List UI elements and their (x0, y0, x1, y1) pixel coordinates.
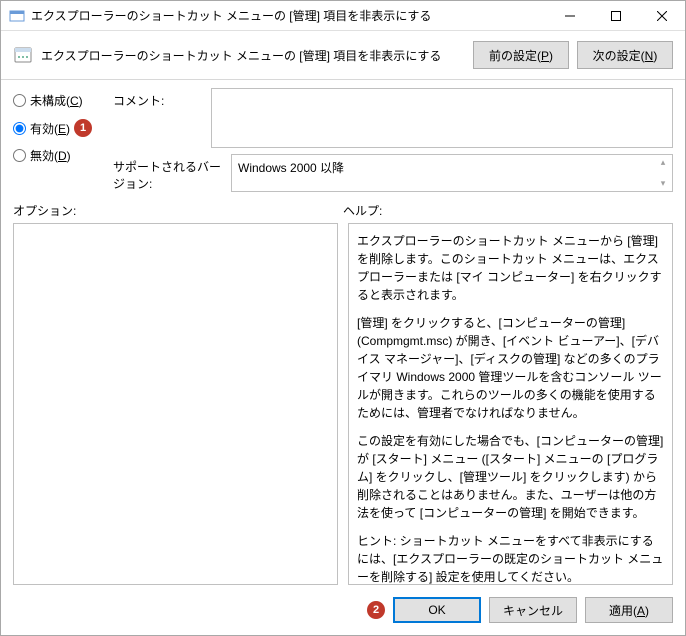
options-label: オプション: (13, 202, 343, 219)
titlebar: エクスプローラーのショートカット メニューの [管理] 項目を非表示にする (1, 1, 685, 31)
comment-row: コメント: (113, 88, 673, 148)
next-setting-button[interactable]: 次の設定(N) (577, 41, 673, 69)
apply-button[interactable]: 適用(A) (585, 597, 673, 623)
help-paragraph: ヒント: ショートカット メニューをすべて非表示にするには、[エクスプローラーの… (357, 532, 664, 585)
state-radio-group: 未構成(C) 有効(E) 1 無効(D) (13, 88, 113, 192)
cancel-button[interactable]: キャンセル (489, 597, 577, 623)
supported-row: サポートされるバージョン: Windows 2000 以降 ▴▾ (113, 154, 673, 192)
policy-title: エクスプローラーのショートカット メニューの [管理] 項目を非表示にする (41, 47, 465, 64)
radio-not-configured[interactable]: 未構成(C) (13, 92, 113, 109)
window-controls (547, 1, 685, 31)
header-row: エクスプローラーのショートカット メニューの [管理] 項目を非表示にする 前の… (1, 31, 685, 80)
supported-versions-box: Windows 2000 以降 ▴▾ (231, 154, 673, 192)
section-labels: オプション: ヘルプ: (1, 192, 685, 223)
scroll-hint-icon: ▴▾ (656, 157, 670, 189)
dialog-footer: 2 OK キャンセル 適用(A) (1, 585, 685, 635)
radio-enabled-input[interactable] (13, 122, 26, 135)
help-label: ヘルプ: (343, 202, 673, 219)
app-icon (9, 8, 25, 24)
close-button[interactable] (639, 1, 685, 31)
help-paragraph: [管理] をクリックすると、[コンピューターの管理] (Compmgmt.msc… (357, 314, 664, 422)
comment-input[interactable] (211, 88, 673, 148)
options-panel (13, 223, 338, 585)
fields-column: コメント: サポートされるバージョン: Windows 2000 以降 ▴▾ (113, 88, 673, 192)
radio-disabled-input[interactable] (13, 149, 26, 162)
policy-editor-window: エクスプローラーのショートカット メニューの [管理] 項目を非表示にする エク… (0, 0, 686, 636)
annotation-badge-1: 1 (74, 119, 92, 137)
maximize-button[interactable] (593, 1, 639, 31)
radio-disabled[interactable]: 無効(D) (13, 147, 113, 164)
radio-enabled[interactable]: 有効(E) 1 (13, 119, 113, 137)
help-paragraph: エクスプローラーのショートカット メニューから [管理] を削除します。このショ… (357, 232, 664, 304)
radio-not-configured-input[interactable] (13, 94, 26, 107)
previous-setting-button[interactable]: 前の設定(P) (473, 41, 569, 69)
config-row: 未構成(C) 有効(E) 1 無効(D) コメント: サポートされるバージョン:… (1, 80, 685, 192)
policy-icon (13, 45, 33, 65)
nav-buttons: 前の設定(P) 次の設定(N) (473, 41, 673, 69)
supported-versions-text: Windows 2000 以降 (238, 161, 344, 175)
help-panel: エクスプローラーのショートカット メニューから [管理] を削除します。このショ… (348, 223, 673, 585)
ok-button[interactable]: OK (393, 597, 481, 623)
annotation-badge-2: 2 (367, 601, 385, 619)
help-paragraph: この設定を有効にした場合でも、[コンピューターの管理] が [スタート] メニュ… (357, 432, 664, 522)
window-title: エクスプローラーのショートカット メニューの [管理] 項目を非表示にする (31, 7, 547, 24)
comment-label: コメント: (113, 88, 203, 109)
minimize-button[interactable] (547, 1, 593, 31)
panels-row: エクスプローラーのショートカット メニューから [管理] を削除します。このショ… (1, 223, 685, 585)
supported-label: サポートされるバージョン: (113, 154, 223, 192)
